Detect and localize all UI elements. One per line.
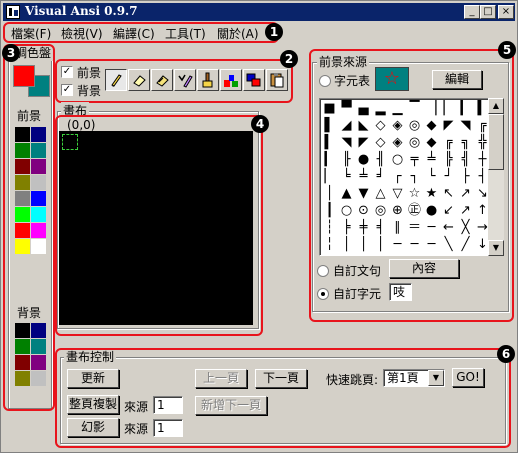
- highlight-controls: [55, 348, 511, 448]
- badge-4: 4: [251, 115, 269, 133]
- minimize-button[interactable]: _: [464, 5, 480, 19]
- badge-6: 6: [497, 345, 515, 363]
- close-button[interactable]: ×: [498, 5, 514, 19]
- app-icon[interactable]: [6, 5, 20, 19]
- badge-2: 2: [280, 50, 298, 68]
- badge-3: 3: [2, 44, 20, 62]
- maximize-button[interactable]: □: [480, 5, 496, 19]
- main-window: Visual Ansi 0.9.7 _ □ × 檔案(F) 檢視(V) 編譯(C…: [0, 0, 518, 453]
- highlight-menu: [3, 22, 279, 43]
- highlight-palette: [3, 44, 55, 411]
- title-bar[interactable]: Visual Ansi 0.9.7 _ □ ×: [3, 3, 515, 21]
- badge-1: 1: [265, 23, 283, 41]
- window-title: Visual Ansi 0.9.7: [25, 4, 138, 18]
- highlight-canvas: [55, 115, 263, 336]
- highlight-source: [309, 49, 514, 322]
- highlight-toolbar: [55, 59, 293, 103]
- badge-5: 5: [498, 41, 516, 59]
